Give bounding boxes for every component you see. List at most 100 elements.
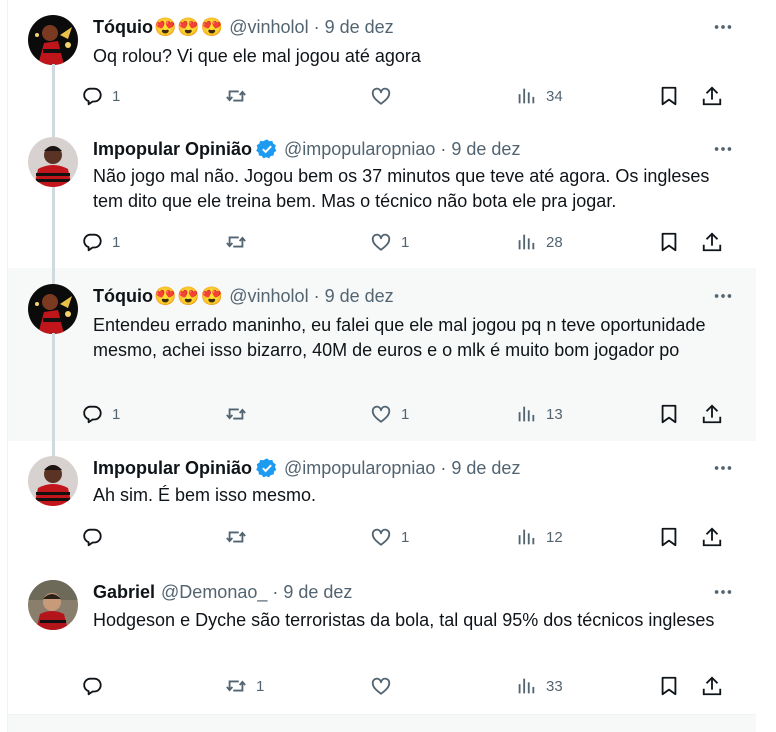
author-name[interactable]: Tóquio bbox=[93, 286, 153, 307]
views-button[interactable]: 12 bbox=[515, 525, 563, 549]
more-icon[interactable] bbox=[712, 457, 734, 479]
views-count: 13 bbox=[546, 405, 563, 423]
tweet[interactable]: Tóquio 😍 😍 😍 @vinholol · 9 de dez Oq rolou? Vi … bbox=[8, 0, 756, 121]
like-count: 1 bbox=[401, 528, 410, 546]
like-button[interactable] bbox=[370, 84, 392, 108]
retweet-button[interactable] bbox=[225, 84, 247, 108]
share-button[interactable] bbox=[701, 525, 723, 549]
emoji: 😍 bbox=[177, 16, 200, 37]
author-name[interactable]: Tóquio bbox=[93, 17, 153, 38]
avatar[interactable] bbox=[28, 284, 78, 334]
like-icon bbox=[370, 85, 392, 107]
retweet-count: 1 bbox=[256, 677, 265, 695]
views-count: 28 bbox=[546, 233, 563, 251]
share-icon bbox=[701, 526, 723, 548]
more-icon[interactable] bbox=[712, 138, 734, 160]
bookmark-icon bbox=[658, 403, 680, 425]
views-icon bbox=[515, 675, 537, 697]
bookmark-button[interactable] bbox=[658, 525, 680, 549]
retweet-button[interactable] bbox=[225, 525, 247, 549]
tweet[interactable]: Tóquio 😍 😍 😍 @vinholol · 9 de dez Entendeu erra… bbox=[8, 268, 756, 441]
views-icon bbox=[515, 85, 537, 107]
tweet-header: Gabriel @Demonao_ · 9 de dez bbox=[93, 581, 352, 603]
emoji: 😍 bbox=[153, 16, 177, 37]
separator-dot: · bbox=[313, 285, 320, 306]
reply-button[interactable]: 1 bbox=[81, 84, 120, 108]
retweet-button[interactable] bbox=[225, 402, 247, 426]
views-button[interactable]: 33 bbox=[515, 674, 563, 698]
more-icon[interactable] bbox=[712, 285, 734, 307]
tweet[interactable]: Impopular Opinião @impopularopniao · 9 de d… bbox=[8, 121, 756, 268]
share-icon bbox=[701, 403, 723, 425]
bookmark-button[interactable] bbox=[658, 402, 680, 426]
avatar[interactable] bbox=[28, 580, 78, 630]
bookmark-button[interactable] bbox=[658, 230, 680, 254]
bookmark-icon bbox=[658, 85, 680, 107]
tweet-header: Impopular Opinião @impopularopniao · 9 de d… bbox=[93, 138, 520, 160]
retweet-icon bbox=[225, 675, 247, 697]
author-handle[interactable]: @Demonao_ bbox=[161, 582, 267, 603]
share-button[interactable] bbox=[701, 402, 723, 426]
verified-badge-icon bbox=[256, 138, 278, 160]
tweet-text: Hodgeson e Dyche são terroristas da bola… bbox=[93, 610, 715, 630]
tweet[interactable]: Impopular Opinião @impopularopniao · 9 de d… bbox=[8, 441, 756, 565]
views-button[interactable]: 34 bbox=[515, 84, 563, 108]
like-button[interactable]: 1 bbox=[370, 525, 409, 549]
like-icon bbox=[370, 526, 392, 548]
more-icon[interactable] bbox=[712, 16, 734, 38]
tweet-date[interactable]: 9 de dez bbox=[325, 17, 394, 38]
author-name[interactable]: Impopular Opinião bbox=[93, 139, 252, 160]
tweet[interactable]: Gabriel @Demonao_ · 9 de dez Hodgeson e Dych… bbox=[8, 565, 756, 715]
thread-connector-line bbox=[52, 64, 55, 137]
separator-dot: · bbox=[313, 16, 320, 37]
tweet-date[interactable]: 9 de dez bbox=[283, 582, 352, 603]
views-button[interactable]: 13 bbox=[515, 402, 563, 426]
like-icon bbox=[370, 675, 392, 697]
like-button[interactable]: 1 bbox=[370, 230, 409, 254]
share-icon bbox=[701, 231, 723, 253]
author-handle[interactable]: @vinholol bbox=[229, 17, 308, 38]
retweet-button[interactable]: 1 bbox=[225, 674, 264, 698]
bookmark-button[interactable] bbox=[658, 674, 680, 698]
reply-icon bbox=[81, 526, 103, 548]
share-icon bbox=[701, 675, 723, 697]
like-icon bbox=[370, 403, 392, 425]
avatar[interactable] bbox=[28, 456, 78, 506]
share-button[interactable] bbox=[701, 674, 723, 698]
reply-count: 1 bbox=[112, 405, 121, 423]
share-button[interactable] bbox=[701, 84, 723, 108]
reply-icon bbox=[81, 403, 103, 425]
reply-button[interactable]: 1 bbox=[81, 230, 120, 254]
retweet-button[interactable] bbox=[225, 230, 247, 254]
tweet-date[interactable]: 9 de dez bbox=[451, 458, 520, 479]
reply-button[interactable] bbox=[81, 674, 103, 698]
views-icon bbox=[515, 403, 537, 425]
views-count: 33 bbox=[546, 677, 563, 695]
avatar[interactable] bbox=[28, 137, 78, 187]
author-name[interactable]: Gabriel bbox=[93, 582, 155, 603]
like-button[interactable] bbox=[370, 674, 392, 698]
reply-count: 1 bbox=[112, 87, 121, 105]
reply-button[interactable]: 1 bbox=[81, 402, 120, 426]
separator-dot: · bbox=[440, 457, 447, 478]
share-button[interactable] bbox=[701, 230, 723, 254]
like-button[interactable]: 1 bbox=[370, 402, 409, 426]
emoji: 😍 bbox=[177, 285, 200, 306]
tweet-header: Tóquio 😍 😍 😍 @vinholol · 9 de dez bbox=[93, 16, 394, 38]
views-button[interactable]: 28 bbox=[515, 230, 563, 254]
tweet-date[interactable]: 9 de dez bbox=[451, 139, 520, 160]
tweet-date[interactable]: 9 de dez bbox=[325, 286, 394, 307]
more-icon[interactable] bbox=[712, 581, 734, 603]
retweet-icon bbox=[225, 85, 247, 107]
avatar[interactable] bbox=[28, 15, 78, 65]
bookmark-button[interactable] bbox=[658, 84, 680, 108]
reply-button[interactable] bbox=[81, 525, 103, 549]
author-name[interactable]: Impopular Opinião bbox=[93, 458, 252, 479]
thread-connector-line bbox=[52, 187, 55, 284]
author-handle[interactable]: @vinholol bbox=[229, 286, 308, 307]
tweet-text: Oq rolou? Vi que ele mal jogou até agora bbox=[93, 46, 421, 66]
tweet-header: Tóquio 😍 😍 😍 @vinholol · 9 de dez bbox=[93, 285, 394, 307]
author-handle[interactable]: @impopularopniao bbox=[284, 458, 435, 479]
author-handle[interactable]: @impopularopniao bbox=[284, 139, 435, 160]
reply-icon bbox=[81, 231, 103, 253]
